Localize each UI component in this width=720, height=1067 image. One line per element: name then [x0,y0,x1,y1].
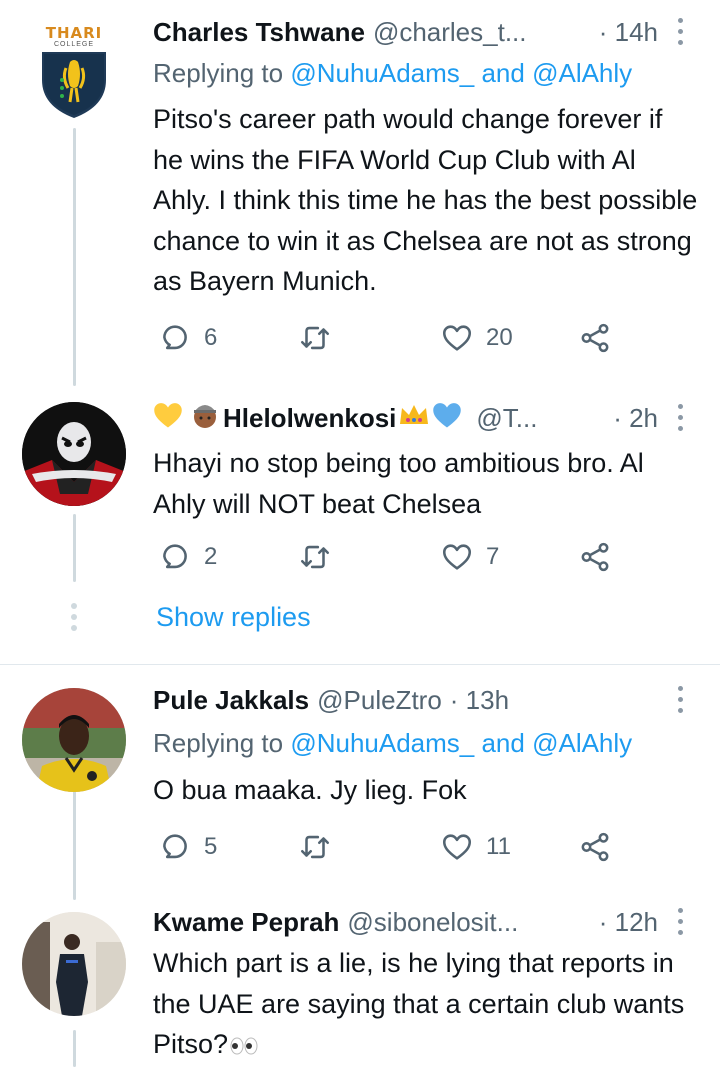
retweet-button[interactable] [298,825,332,869]
tweet-header: Hlelolwenkosi @T... [153,398,537,438]
share-button[interactable] [578,316,612,360]
like-count: 20 [486,324,513,351]
user-handle[interactable]: @T... [476,403,537,434]
thread-line [73,790,76,900]
retweet-icon [300,326,330,350]
more-icon[interactable] [678,18,684,48]
reply-button[interactable]: 6 [158,316,217,360]
thread-line [73,514,76,582]
reply-icon [163,544,187,569]
share-icon [581,542,609,572]
like-count: 11 [486,833,511,860]
crown-emoji-icon [398,402,430,435]
tweet-text: Pitso's career path would change forever… [153,104,698,296]
user-handle[interactable]: @sibonelosit... [347,907,518,938]
user-handle[interactable]: @charles_t... [373,17,527,48]
footballer-photo-icon [22,688,126,792]
reply-count: 6 [204,324,218,351]
mention-link[interactable]: @AlAhly [532,58,632,88]
mention-link[interactable]: @AlAhly [532,728,632,758]
tweet-actions: 6 20 [158,316,628,360]
tweet-time[interactable]: · 13h [450,685,509,716]
retweet-icon [300,835,330,859]
tweet-actions: 2 7 [158,535,628,579]
blue-heart-icon [432,401,462,436]
tweet-text: O bua maaka. Jy lieg. Fok [153,775,467,805]
replying-to: Replying to @NuhuAdams_ and @AlAhly [153,58,633,88]
like-icon [442,834,472,860]
eyes-emoji-icon [230,1026,258,1067]
avatar[interactable]: THARI COLLEGE [22,18,126,122]
reply-icon [163,834,187,859]
thread-line [73,1030,76,1067]
yellow-heart-icon [153,401,183,436]
share-button[interactable] [578,825,612,869]
tweet-time[interactable]: · 14h [599,12,658,52]
more-icon[interactable] [678,686,684,716]
avatar[interactable] [22,912,126,1016]
tweet-header: Kwame Peprah @sibonelosit... [153,902,518,942]
thread-divider [0,664,720,665]
tweet-time[interactable]: · 2h [613,398,658,438]
more-icon[interactable] [678,404,684,434]
like-button[interactable]: 20 [440,316,513,360]
retweet-button[interactable] [298,316,332,360]
retweet-icon [300,545,330,569]
display-name[interactable]: Charles Tshwane [153,17,365,48]
avatar[interactable] [22,688,126,792]
thread-line [73,128,76,386]
reply-count: 5 [204,833,218,860]
like-count: 7 [486,543,500,570]
tweet-time[interactable]: · 12h [599,902,658,942]
reply-button[interactable]: 2 [158,535,217,579]
thread-continuation-dots [71,603,77,633]
tweet-text: Hhayi no stop being too ambitious bro. A… [153,448,644,519]
avatar-logo-text: THARI [45,24,103,42]
display-name[interactable]: Pule Jakkals [153,685,309,716]
mention-link[interactable]: @NuhuAdams_ [290,728,474,758]
anime-character-icon [22,402,126,506]
person-emoji-icon [191,400,219,437]
mention-link[interactable]: @NuhuAdams_ [290,58,474,88]
like-icon [442,325,472,351]
user-handle[interactable]: @PuleZtro [317,685,442,716]
like-icon [442,544,472,570]
like-button[interactable]: 7 [440,535,499,579]
avatar-logo-subtext: COLLEGE [53,41,95,48]
reply-button[interactable]: 5 [158,825,217,869]
tweet-header: Pule Jakkals @PuleZtro · 13h [153,680,509,720]
display-name[interactable]: Kwame Peprah [153,907,339,938]
reply-count: 2 [204,543,218,570]
more-icon[interactable] [678,908,684,938]
reply-icon [163,325,187,350]
share-icon [581,323,609,353]
share-button[interactable] [578,535,612,579]
replying-to: Replying to @NuhuAdams_ and @AlAhly [153,728,633,758]
show-replies-link[interactable]: Show replies [156,602,311,633]
share-icon [581,832,609,862]
tweet-text: Which part is a lie, is he lying that re… [153,943,698,1066]
display-name[interactable]: Hlelolwenkosi [223,403,396,434]
tweet-header: Charles Tshwane @charles_t... [153,12,527,52]
retweet-button[interactable] [298,535,332,579]
like-button[interactable]: 11 [440,825,511,869]
tweet-actions: 5 11 [158,825,628,869]
avatar[interactable] [22,402,126,506]
person-photo-icon [22,912,126,1016]
